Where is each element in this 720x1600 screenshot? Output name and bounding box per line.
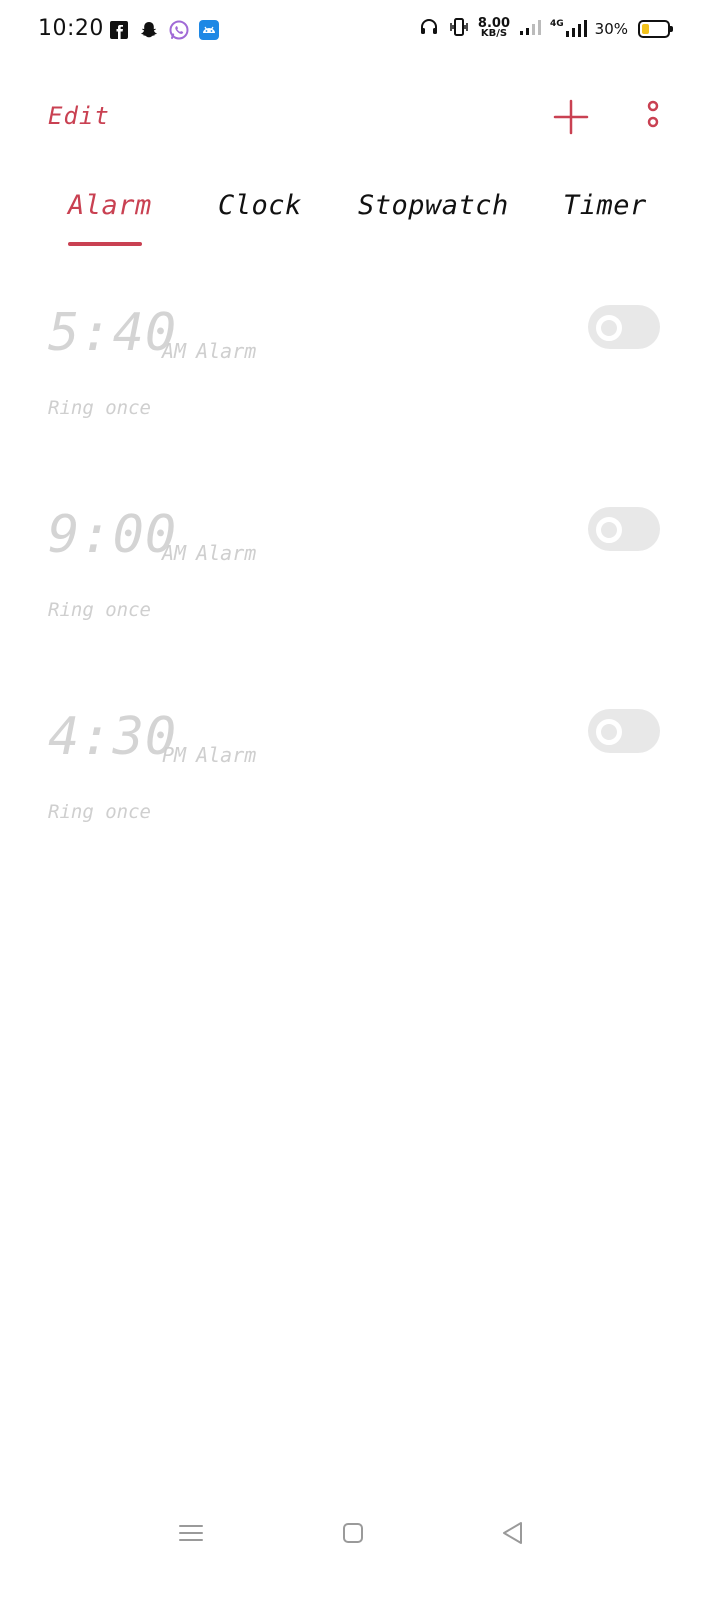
edit-button[interactable]: Edit — [48, 102, 110, 130]
alarm-time: 9:00 — [48, 505, 178, 565]
alarm-label: Alarm — [196, 743, 257, 767]
alarm-period: AM — [162, 339, 187, 363]
alarm-toggle[interactable] — [588, 305, 660, 349]
snapchat-icon — [138, 19, 160, 41]
status-bar: 10:20 8.00 KB/S 4G 30% — [0, 0, 720, 60]
add-alarm-button[interactable] — [552, 98, 590, 136]
toggle-knob — [596, 315, 622, 341]
alarm-period: PM — [162, 743, 187, 767]
more-vertical-icon — [647, 100, 659, 128]
toggle-knob — [596, 719, 622, 745]
battery-percent: 30% — [594, 20, 628, 38]
alarm-period: AM — [162, 541, 187, 565]
headphones-icon — [418, 16, 440, 42]
more-options-button[interactable] — [636, 98, 670, 132]
alarm-meta: AM Alarm — [162, 541, 256, 565]
plus-icon — [553, 99, 589, 135]
whatsapp-icon — [168, 19, 190, 41]
alarm-label: Alarm — [196, 339, 257, 363]
alarm-time: 5:40 — [48, 303, 178, 363]
tab-clock[interactable]: Clock — [218, 190, 302, 221]
battery-level-fill — [642, 24, 649, 34]
tab-stopwatch[interactable]: Stopwatch — [358, 190, 509, 221]
alarm-item[interactable]: 4:30 PM Alarm Ring once — [0, 707, 720, 867]
battery-icon — [638, 20, 673, 38]
toggle-knob — [596, 517, 622, 543]
net-speed: 8.00 KB/S — [478, 17, 510, 39]
alarm-repeat: Ring once — [48, 599, 151, 621]
home-icon — [343, 1523, 363, 1543]
alarm-meta: AM Alarm — [162, 339, 256, 363]
alarm-item[interactable]: 5:40 AM Alarm Ring once — [0, 303, 720, 463]
menu-icon — [179, 1525, 203, 1541]
net-speed-unit: KB/S — [480, 28, 508, 39]
alarm-time: 4:30 — [48, 707, 178, 767]
alarm-meta: PM Alarm — [162, 743, 256, 767]
vibrate-icon — [448, 16, 470, 42]
home-button[interactable] — [338, 1518, 368, 1548]
signal-icon — [518, 17, 542, 41]
notification-icons — [108, 19, 220, 41]
back-button[interactable] — [498, 1518, 528, 1548]
alarm-repeat: Ring once — [48, 397, 151, 419]
network-type-label: 4G — [550, 19, 564, 29]
tab-bar: Alarm Clock Stopwatch Timer — [0, 180, 720, 250]
recent-apps-button[interactable] — [176, 1518, 206, 1548]
navigation-bar — [0, 1500, 720, 1570]
alarm-repeat: Ring once — [48, 801, 151, 823]
status-right: 8.00 KB/S 4G 30% — [418, 16, 673, 42]
android-app-icon — [198, 19, 220, 41]
signal-4g-icon: 4G — [550, 19, 587, 39]
tab-timer[interactable]: Timer — [563, 190, 647, 221]
alarm-toggle[interactable] — [588, 507, 660, 551]
alarm-label: Alarm — [196, 541, 257, 565]
alarm-item[interactable]: 9:00 AM Alarm Ring once — [0, 505, 720, 665]
status-time: 10:20 — [38, 16, 104, 41]
tab-alarm[interactable]: Alarm — [68, 190, 152, 221]
toolbar: Edit — [0, 80, 720, 160]
alarm-toggle[interactable] — [588, 709, 660, 753]
back-icon — [503, 1522, 522, 1544]
facebook-icon — [108, 19, 130, 41]
tab-active-indicator — [68, 242, 142, 246]
